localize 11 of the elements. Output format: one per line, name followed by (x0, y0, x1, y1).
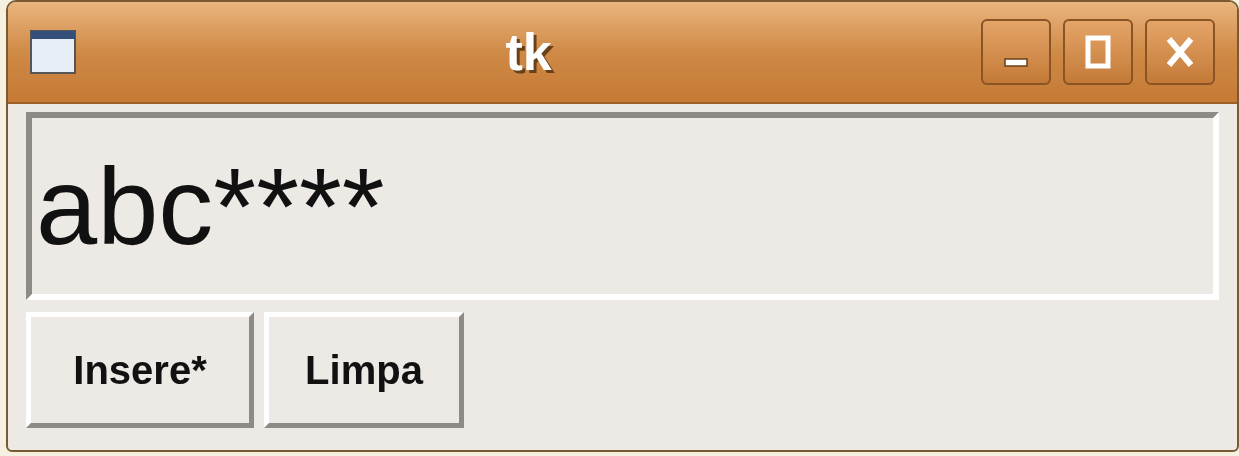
close-icon (1165, 35, 1195, 69)
maximize-button[interactable] (1063, 19, 1133, 85)
window-icon (30, 30, 76, 74)
action-button[interactable]: Insere* (26, 312, 254, 428)
action-button[interactable]: Limpa (264, 312, 464, 428)
minimize-button[interactable] (981, 19, 1051, 85)
minimize-icon (1004, 57, 1028, 67)
maximize-icon (1085, 35, 1111, 69)
close-button[interactable] (1145, 19, 1215, 85)
window-title: tk (505, 22, 552, 83)
display-label: abc**** (26, 112, 1219, 300)
